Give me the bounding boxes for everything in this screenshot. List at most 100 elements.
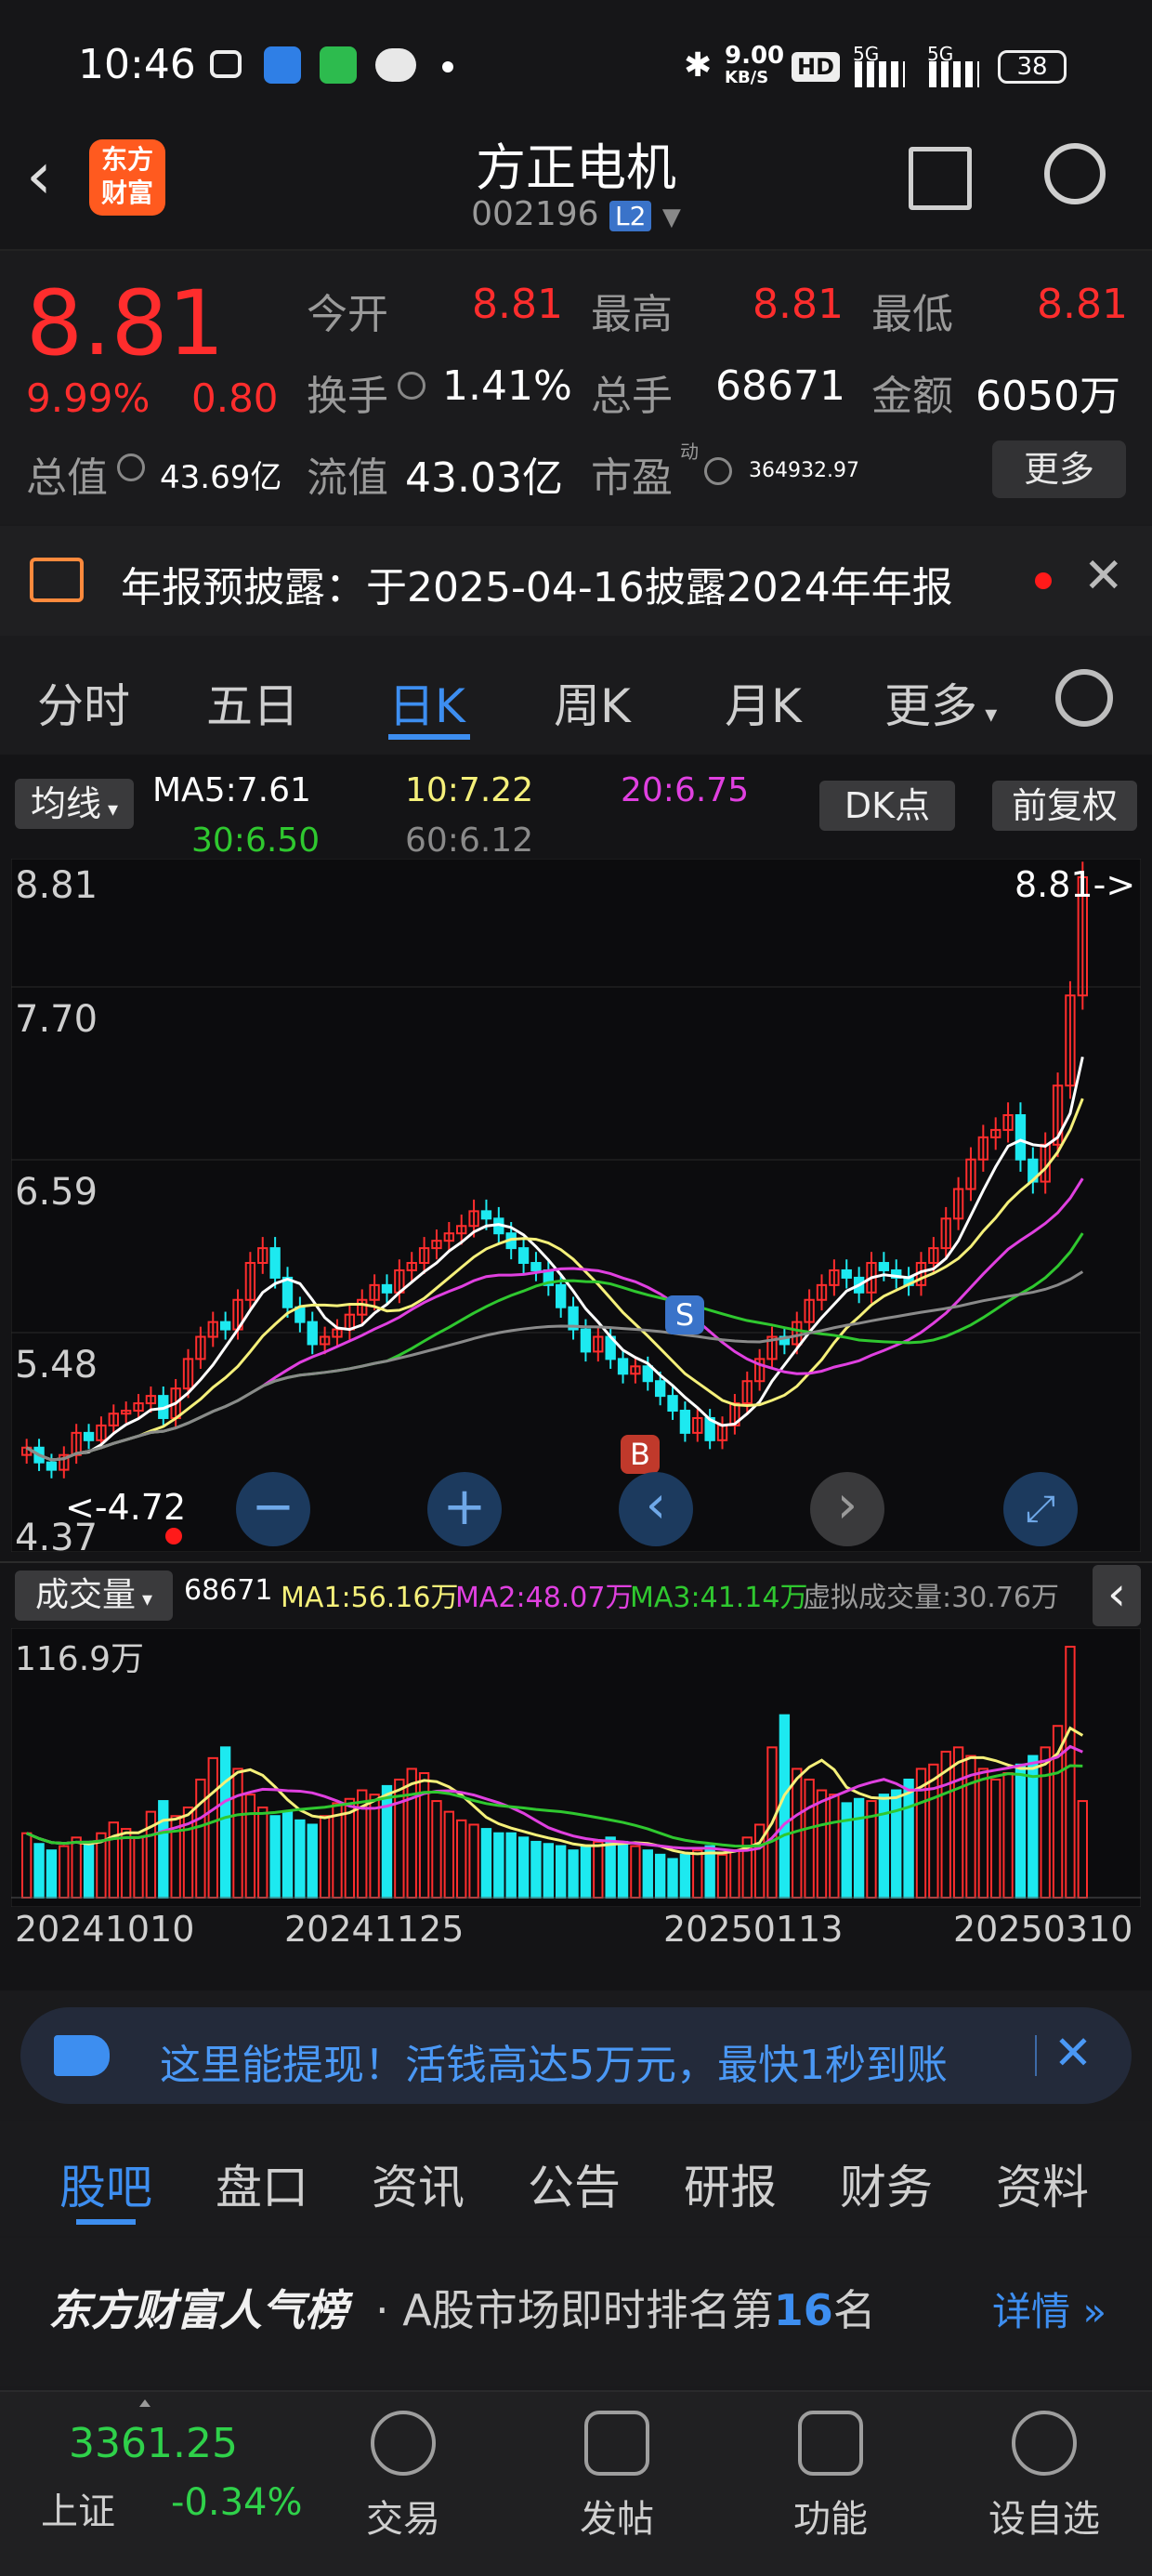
fullscreen-button[interactable]: ⤢ xyxy=(1003,1472,1078,1546)
chevron-down-icon[interactable]: ▼ xyxy=(662,204,681,231)
popularity-text: · A股市场即时排名第16名 xyxy=(375,2285,876,2335)
tab-monthly-k[interactable]: 月K xyxy=(725,669,802,736)
tab-news[interactable]: 资讯 xyxy=(372,2150,465,2217)
grid-icon xyxy=(798,2411,863,2476)
dk-point-button[interactable]: DK点 xyxy=(819,781,955,831)
volume-max-label: 116.9万 xyxy=(15,1640,145,1678)
adjust-fq-button[interactable]: 前复权 xyxy=(992,781,1137,831)
eastmoney-logo: 东方 财富 xyxy=(89,139,165,216)
nav-watchlist[interactable]: 设自选 xyxy=(970,2411,1119,2543)
settings-gear-icon[interactable] xyxy=(1055,669,1113,727)
tab-intraday[interactable]: 分时 xyxy=(37,669,130,736)
candle xyxy=(642,1365,653,1383)
zoom-in-button[interactable]: + xyxy=(427,1472,502,1546)
more-circle-icon xyxy=(1012,2411,1077,2476)
high-label: 最高 xyxy=(591,291,673,338)
zoom-out-button[interactable]: − xyxy=(236,1472,310,1546)
close-icon[interactable]: ✕ xyxy=(1054,2026,1093,2080)
candle xyxy=(667,1395,678,1413)
announcement-text: 年报预披露：于2025-04-16披露2024年年报 xyxy=(121,564,953,611)
scroll-right-button[interactable]: › xyxy=(810,1472,884,1546)
tab-pankou[interactable]: 盘口 xyxy=(216,2150,308,2217)
volume-ma1: MA1:56.16万 xyxy=(281,1582,459,1614)
scroll-left-button[interactable]: ‹ xyxy=(619,1472,693,1546)
candle xyxy=(617,1358,629,1375)
share-icon[interactable] xyxy=(909,147,972,210)
volume-bar xyxy=(295,1819,306,1899)
candle xyxy=(878,1262,890,1271)
candle xyxy=(1015,1114,1027,1161)
announcement-bar[interactable]: 年报预披露：于2025-04-16披露2024年年报 ✕ xyxy=(0,526,1152,636)
battery-icon: 38 xyxy=(998,50,1067,84)
popularity-brand: 东方财富人气榜 xyxy=(48,2285,347,2335)
edit-icon xyxy=(584,2411,649,2476)
open-label: 今开 xyxy=(307,291,388,338)
tab-weekly-k[interactable]: 周K xyxy=(554,669,631,736)
volume-selector[interactable]: 成交量 ▾ xyxy=(15,1571,173,1621)
volume-ma2: MA2:48.07万 xyxy=(455,1582,634,1614)
tab-profile[interactable]: 资料 xyxy=(996,2150,1089,2217)
info-icon[interactable] xyxy=(117,453,145,481)
tab-announcements[interactable]: 公告 xyxy=(528,2150,621,2217)
tab-finance[interactable]: 财务 xyxy=(840,2150,933,2217)
promo-banner[interactable]: 这里能提现！活钱高达5万元，最快1秒到账 ✕ xyxy=(20,2007,1132,2104)
volume-bar xyxy=(281,1810,294,1899)
ma-selector[interactable]: 均线 ▾ xyxy=(15,779,134,829)
divider xyxy=(1035,2035,1037,2076)
volume-bar xyxy=(667,1858,678,1899)
candle xyxy=(269,1247,281,1279)
wechat-icon xyxy=(375,48,416,82)
popularity-rank[interactable]: 东方财富人气榜 · A股市场即时排名第16名 详情 » xyxy=(0,2238,1152,2386)
hd-icon: HD xyxy=(792,52,841,82)
sell-marker[interactable]: S xyxy=(665,1295,704,1334)
volume-bar xyxy=(269,1815,281,1899)
alarm-icon xyxy=(210,50,242,78)
tab-daily-k[interactable]: 日K xyxy=(388,669,465,736)
nav-trade[interactable]: 交易 xyxy=(329,2411,478,2543)
kline-chart[interactable] xyxy=(11,859,1141,1552)
volume-bar xyxy=(605,1836,616,1899)
date-label: 20241010 xyxy=(15,1909,195,1950)
info-icon[interactable] xyxy=(398,372,425,400)
low-label: 最低 xyxy=(871,291,953,338)
back-icon[interactable]: ‹ xyxy=(26,143,72,208)
date-label: 20250310 xyxy=(953,1909,1133,1950)
change-amount: 0.80 xyxy=(191,375,279,421)
virtual-volume: 虚拟成交量:30.76万 xyxy=(803,1582,1059,1614)
signal-1-icon xyxy=(855,61,905,87)
pe-value: 364932.97 xyxy=(749,459,859,482)
volume-bar xyxy=(853,1797,865,1899)
close-icon[interactable]: ✕ xyxy=(1083,548,1124,604)
buy-marker[interactable]: B xyxy=(621,1435,660,1474)
bottom-nav: 3361.25 上证 -0.34% 交易 发帖 功能 设自选 xyxy=(0,2390,1152,2576)
candle xyxy=(679,1410,691,1434)
collapse-panel-button[interactable]: ‹ xyxy=(1093,1565,1141,1626)
tab-more[interactable]: 更多 ▾ xyxy=(884,669,997,736)
candle xyxy=(654,1380,666,1398)
dot-icon xyxy=(442,61,453,72)
more-button[interactable]: 更多 xyxy=(992,440,1126,498)
nav-post[interactable]: 发帖 xyxy=(543,2411,691,2543)
chevron-up-icon[interactable] xyxy=(139,2399,151,2407)
detail-link[interactable]: 详情 » xyxy=(992,2280,1106,2337)
current-price: 8.81 xyxy=(26,271,225,375)
date-label: 20250113 xyxy=(663,1909,844,1950)
volume-bar xyxy=(517,1836,530,1899)
volume-bar xyxy=(530,1840,542,1899)
volume-value: 68671 xyxy=(715,362,845,410)
info-icon[interactable] xyxy=(704,457,732,485)
tab-guba[interactable]: 股吧 xyxy=(59,2150,152,2217)
nav-functions[interactable]: 功能 xyxy=(756,2411,905,2543)
market-cap-label: 总值 xyxy=(26,454,108,502)
candle xyxy=(83,1431,95,1441)
tab-five-day[interactable]: 五日 xyxy=(206,669,299,736)
index-value[interactable]: 3361.25 xyxy=(69,2420,238,2467)
volume-chart[interactable] xyxy=(11,1628,1141,1907)
current-price-marker: 8.81-> xyxy=(1015,864,1136,905)
price-axis-label: 8.81 xyxy=(15,864,98,907)
tab-research[interactable]: 研报 xyxy=(684,2150,777,2217)
search-icon[interactable] xyxy=(1044,143,1106,204)
candle xyxy=(517,1247,530,1265)
active-tab-indicator xyxy=(388,734,470,740)
level2-badge: L2 xyxy=(609,201,652,231)
